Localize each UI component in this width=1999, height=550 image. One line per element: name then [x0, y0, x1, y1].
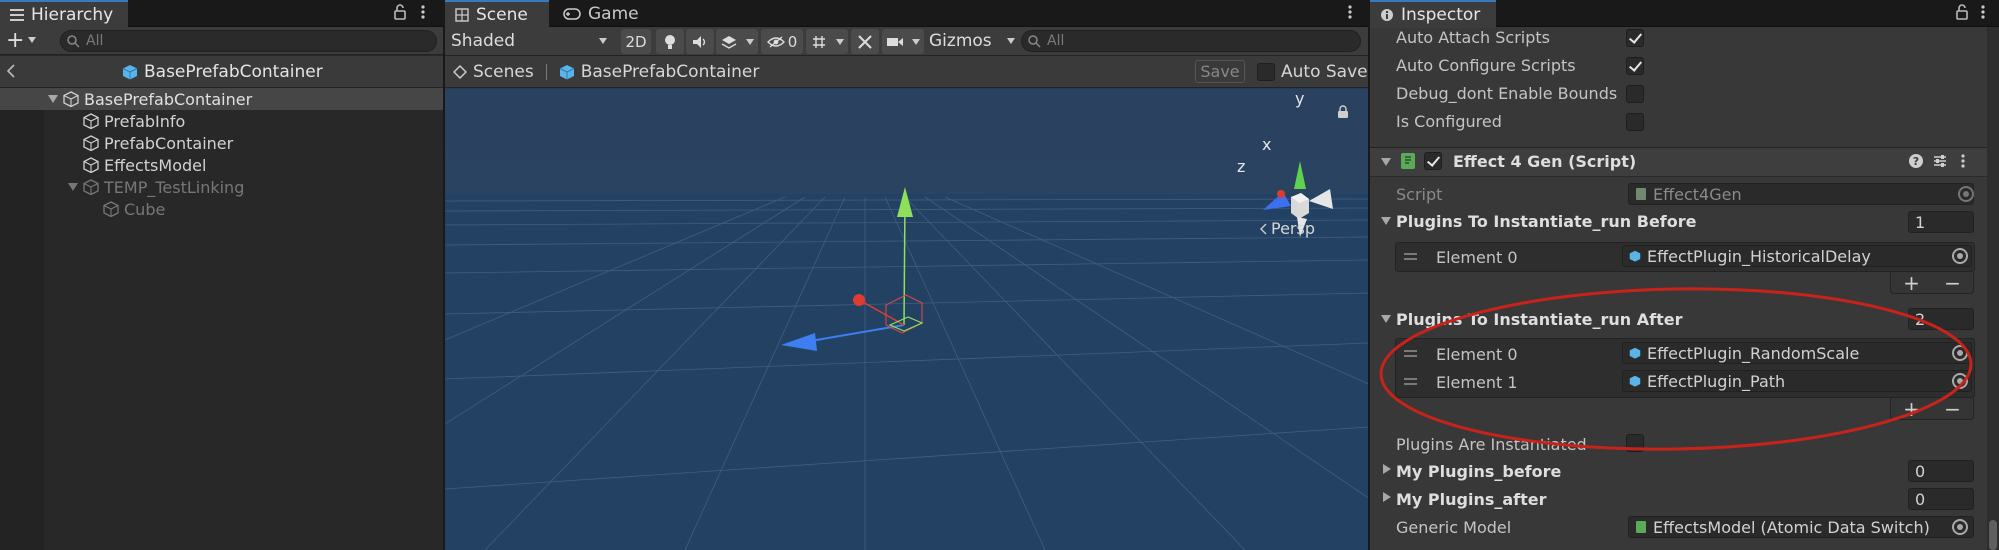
back-arrow-icon[interactable]: [6, 64, 16, 78]
breadcrumb-current[interactable]: BasePrefabContainer: [581, 62, 760, 82]
auto-save-label: Auto Save: [1281, 62, 1368, 82]
chevron-down-icon: [745, 38, 754, 45]
prefab-blue-cube-icon: [122, 64, 138, 80]
camera-dropdown[interactable]: [882, 29, 924, 54]
eye-hidden-icon: [766, 35, 785, 48]
tab-scene[interactable]: Scene: [445, 0, 549, 28]
hierarchy-item-label: PrefabInfo: [104, 111, 186, 131]
hierarchy-item-label: TEMP_TestLinking: [104, 177, 245, 197]
chevron-down-icon: [835, 38, 844, 45]
save-button[interactable]: Save: [1195, 60, 1245, 83]
more-menu-icon[interactable]: [420, 3, 426, 21]
gameobject-cube-icon: [83, 135, 99, 151]
hidden-count: 0: [787, 32, 798, 51]
hierarchy-panel: Hierarchy + All BasePrefabContainer Base…: [0, 0, 443, 550]
expand-arrow-icon[interactable]: [48, 95, 58, 103]
chevron-down-icon: [1007, 38, 1015, 44]
lighting-toggle-button[interactable]: [656, 29, 684, 54]
layers-icon: [721, 35, 737, 49]
effects-dropdown[interactable]: [716, 29, 758, 54]
hierarchy-item-label: EffectsModel: [104, 155, 207, 175]
scene-viewport[interactable]: y x z Persp: [445, 89, 1368, 550]
gizmo-lock-icon[interactable]: [1337, 105, 1349, 119]
breadcrumb: Scenes BasePrefabContainer: [453, 59, 759, 85]
hierarchy-item-temp-testlinking[interactable]: TEMP_TestLinking: [0, 176, 443, 198]
tab-scene-label: Scene: [476, 5, 528, 25]
breadcrumb-scenes[interactable]: Scenes: [473, 62, 534, 82]
toggle-2d-label: 2D: [625, 32, 647, 51]
tools-icon: [857, 34, 873, 50]
camera-icon: [886, 36, 904, 48]
hierarchy-item-label: Cube: [124, 199, 166, 219]
tools-button[interactable]: [851, 29, 879, 54]
hierarchy-item-baseprefabcontainer[interactable]: BasePrefabContainer: [0, 88, 443, 110]
tab-hierarchy[interactable]: Hierarchy: [0, 0, 128, 28]
tab-game-label: Game: [588, 3, 639, 24]
expand-arrow-icon[interactable]: [68, 183, 78, 191]
hierarchy-item-effectsmodel[interactable]: EffectsModel: [0, 154, 443, 176]
shading-mode-label: Shaded: [451, 31, 516, 51]
auto-save-checkbox[interactable]: [1257, 63, 1275, 81]
gameobject-cube-icon: [83, 113, 99, 129]
scene-search-input[interactable]: All: [1021, 30, 1361, 52]
gizmo-y-label[interactable]: y: [1295, 89, 1304, 108]
gameobject-cube-icon: [63, 91, 79, 107]
hierarchy-search-placeholder: All: [86, 33, 104, 49]
gamepad-icon: [563, 7, 581, 20]
gameobject-cube-icon: [83, 179, 99, 195]
audio-toggle-button[interactable]: [686, 29, 714, 54]
chevron-down-icon: [912, 38, 920, 45]
hierarchy-item-label: PrefabContainer: [104, 133, 234, 153]
search-icon: [1028, 34, 1041, 48]
search-icon: [67, 34, 80, 48]
chevron-left-icon: [1259, 223, 1267, 235]
shading-mode-dropdown[interactable]: Shaded: [451, 29, 607, 53]
gameobject-cube-icon: [83, 157, 99, 173]
more-menu-icon[interactable]: [1347, 3, 1353, 21]
annotation-ellipse: [1379, 287, 1973, 451]
prefab-header-title: BasePrefabContainer: [122, 59, 323, 85]
gizmo-z-label[interactable]: z: [1237, 157, 1245, 176]
projection-toggle[interactable]: Persp: [1259, 219, 1315, 238]
save-label: Save: [1200, 62, 1240, 81]
hierarchy-item-prefabcontainer[interactable]: PrefabContainer: [0, 132, 443, 154]
lightbulb-icon: [664, 34, 676, 50]
gizmos-label: Gizmos: [929, 31, 992, 51]
hierarchy-search-input[interactable]: All: [60, 30, 437, 52]
tab-hierarchy-label: Hierarchy: [31, 5, 114, 25]
grid-icon: [811, 34, 827, 50]
hierarchy-item-prefabinfo[interactable]: PrefabInfo: [0, 110, 443, 132]
gizmos-dropdown[interactable]: Gizmos: [929, 29, 1015, 53]
tab-game[interactable]: Game: [553, 0, 649, 27]
chevron-down-icon: [599, 38, 607, 44]
toggle-2d-button[interactable]: 2D: [621, 29, 651, 54]
add-label: +: [6, 27, 25, 53]
gizmo-x-label[interactable]: x: [1262, 135, 1271, 154]
inspector-panel: Inspector Auto Attach Scripts Auto Confi…: [1370, 0, 1999, 550]
prefab-header-label: BasePrefabContainer: [144, 62, 323, 82]
scene-search-placeholder: All: [1047, 33, 1065, 49]
gameobject-cube-icon: [103, 201, 119, 217]
hierarchy-icon: [10, 9, 24, 21]
scene-grid-icon: [455, 8, 469, 22]
scenes-icon: [453, 65, 467, 79]
grid-snap-dropdown[interactable]: [806, 29, 848, 54]
lock-icon[interactable]: [393, 3, 407, 21]
prefab-blue-cube-icon: [559, 64, 575, 80]
add-button[interactable]: +: [6, 27, 37, 53]
projection-label: Persp: [1271, 219, 1315, 238]
hierarchy-item-cube[interactable]: Cube: [0, 198, 443, 220]
speaker-icon: [692, 35, 708, 49]
hierarchy-item-label: BasePrefabContainer: [84, 89, 253, 109]
breadcrumb-separator: [545, 64, 547, 80]
chevron-down-icon: [28, 37, 37, 43]
hidden-objects-toggle[interactable]: 0: [761, 29, 803, 54]
scene-panel: Scene Game Shaded 2D 0 Gizmos All Scenes…: [445, 0, 1368, 550]
